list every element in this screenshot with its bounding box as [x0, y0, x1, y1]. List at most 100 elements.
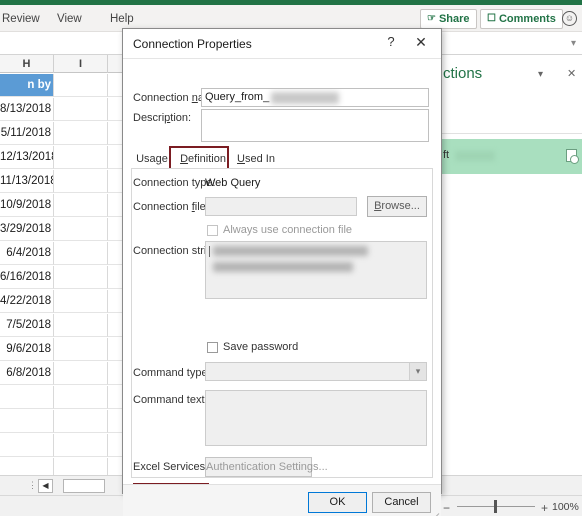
dialog-title-bar: Connection Properties ? ✕	[123, 29, 441, 59]
command-text-input[interactable]	[205, 390, 427, 446]
list-item[interactable]: ft	[439, 139, 582, 174]
dialog-tabstrip: Usage Definition Used In	[131, 149, 433, 169]
connection-file-icon	[566, 149, 579, 164]
connection-name-input[interactable]: Query_from_	[201, 88, 429, 107]
dialog-footer: OK Cancel	[123, 484, 441, 516]
cell-i[interactable]	[54, 122, 108, 145]
chevron-down-icon[interactable]: ▾	[571, 38, 576, 49]
share-button-label: Share	[438, 13, 470, 25]
cell-i[interactable]	[54, 410, 108, 433]
checkbox-box	[207, 341, 218, 353]
connection-type-label: Connection type:	[133, 177, 216, 189]
zoom-in-button[interactable]: +	[541, 501, 548, 515]
table-row[interactable]: 7/5/2018	[0, 314, 54, 337]
tab-usage[interactable]: Usage	[131, 149, 173, 169]
queries-connections-panel: ctions ▾ ✕ ft	[438, 55, 582, 475]
zoom-out-button[interactable]: −	[443, 501, 450, 515]
command-type-label: Command type:	[133, 367, 211, 379]
table-row[interactable]: 3/29/2018	[0, 218, 54, 241]
tab-used-in[interactable]: Used In	[233, 149, 279, 169]
table-row[interactable]: 8/13/2018	[0, 98, 54, 121]
ribbon-tab-review[interactable]: Review	[2, 10, 40, 28]
connection-file-input[interactable]	[205, 197, 357, 216]
connection-name-value: Query_from_	[205, 91, 270, 103]
cell-i[interactable]	[54, 266, 108, 289]
help-icon[interactable]: ?	[383, 34, 399, 49]
text-caret	[209, 246, 210, 257]
redacted-text	[455, 151, 495, 161]
table-row[interactable]: 10/9/2018	[0, 194, 54, 217]
cell-h-header[interactable]: n by	[0, 74, 54, 97]
close-icon[interactable]: ✕	[413, 34, 429, 51]
panel-divider	[439, 133, 582, 134]
table-row-empty[interactable]	[0, 386, 54, 409]
sheet-tab[interactable]	[63, 479, 105, 493]
description-input[interactable]	[201, 109, 429, 142]
ok-button[interactable]: OK	[308, 492, 367, 513]
smiley-face-icon[interactable]: ☺	[562, 11, 577, 26]
redacted-text	[213, 246, 368, 256]
share-button[interactable]: ☞ Share	[420, 9, 477, 29]
table-row[interactable]: 12/13/2018	[0, 146, 54, 169]
comments-button-label: Comments	[498, 13, 556, 25]
list-item-label: ft	[443, 149, 450, 161]
connection-properties-dialog: Connection Properties ? ✕ Connection nam…	[122, 28, 442, 516]
zoom-slider-thumb[interactable]	[494, 500, 497, 513]
column-header-i[interactable]: I	[54, 55, 108, 73]
ribbon-tab-view[interactable]: View	[57, 10, 82, 28]
column-header-h[interactable]: H	[0, 55, 54, 73]
always-use-connection-file-label: Always use connection file	[223, 224, 353, 236]
cell-i[interactable]	[54, 242, 108, 265]
redacted-text	[271, 92, 339, 104]
cell-i[interactable]	[54, 362, 108, 385]
table-row[interactable]: 6/4/2018	[0, 242, 54, 265]
table-row[interactable]: 6/16/2018	[0, 266, 54, 289]
sheet-nav-dots-icon[interactable]: ⋮	[28, 481, 37, 490]
cancel-button[interactable]: Cancel	[372, 492, 431, 513]
zoom-level-label[interactable]: 100%	[552, 501, 579, 513]
browse-button[interactable]: Browse...	[367, 196, 427, 217]
cell-i[interactable]	[54, 218, 108, 241]
table-row[interactable]: 5/11/2018	[0, 122, 54, 145]
command-text-label: Command text:	[133, 394, 208, 406]
tab-definition[interactable]: Definition	[175, 149, 231, 169]
cell-i[interactable]	[54, 314, 108, 337]
authentication-settings-button[interactable]: Authentication Settings...	[205, 457, 328, 477]
table-row[interactable]: 11/13/2018	[0, 170, 54, 193]
command-type-select[interactable]: ▾	[205, 362, 427, 381]
close-icon[interactable]: ✕	[567, 67, 576, 80]
cell-i[interactable]	[54, 458, 108, 475]
ribbon-tab-help[interactable]: Help	[110, 10, 134, 28]
cell-i[interactable]	[54, 290, 108, 313]
redacted-text	[213, 262, 353, 272]
table-row[interactable]: 6/8/2018	[0, 362, 54, 385]
cell-i[interactable]	[54, 338, 108, 361]
share-icon: ☞	[427, 13, 436, 24]
sheet-nav-prev-button[interactable]: ◀	[38, 479, 53, 493]
table-row-empty[interactable]	[0, 434, 54, 457]
table-row-empty[interactable]	[0, 410, 54, 433]
always-use-connection-file-checkbox[interactable]: Always use connection file	[207, 224, 352, 236]
table-row[interactable]: 9/6/2018	[0, 338, 54, 361]
chevron-down-icon[interactable]: ▾	[409, 363, 426, 380]
cell-i[interactable]	[54, 386, 108, 409]
dialog-title: Connection Properties	[133, 37, 252, 51]
connection-file-label: Connection file:	[133, 201, 209, 213]
cell-i[interactable]	[54, 434, 108, 457]
cell-i[interactable]	[54, 194, 108, 217]
chevron-down-icon[interactable]: ▾	[538, 69, 543, 80]
excel-window: Review View Help ☞ Share ☐ Comments ☺ ▾ …	[0, 0, 582, 516]
cell-i[interactable]	[54, 146, 108, 169]
comments-button[interactable]: ☐ Comments	[480, 9, 563, 29]
description-label: Description:	[133, 112, 192, 124]
cell-i[interactable]	[54, 74, 108, 97]
resize-grip[interactable]	[429, 511, 440, 516]
table-row-empty[interactable]	[0, 458, 54, 475]
save-password-label: Save password	[223, 341, 299, 353]
cell-i[interactable]	[54, 170, 108, 193]
save-password-checkbox[interactable]: Save password	[207, 341, 298, 353]
table-row[interactable]: 4/22/2018	[0, 290, 54, 313]
excel-services-label: Excel Services:	[133, 461, 209, 473]
cell-i[interactable]	[54, 98, 108, 121]
connection-string-input[interactable]	[205, 241, 427, 299]
